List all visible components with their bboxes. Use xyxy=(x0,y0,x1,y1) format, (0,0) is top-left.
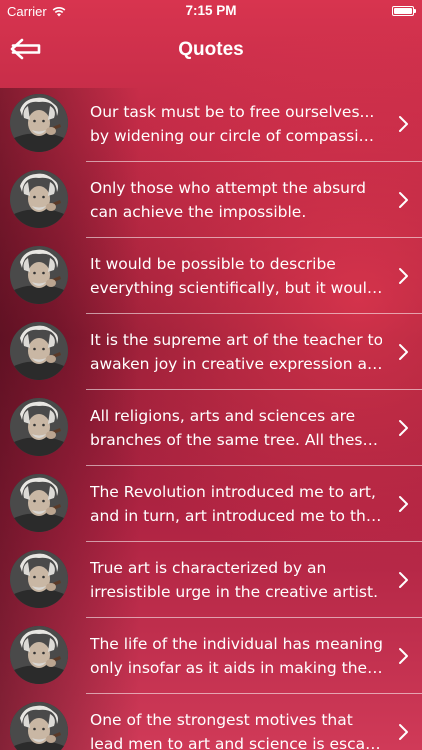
quote-row[interactable]: It would be possible to describe everyth… xyxy=(0,238,422,314)
quote-line-2: awaken joy in creative expression a… xyxy=(90,355,382,373)
quote-row[interactable]: The Revolution introduced me to art, and… xyxy=(0,466,422,542)
quote-row[interactable]: The life of the individual has meaning o… xyxy=(0,618,422,694)
chevron-right-icon xyxy=(399,724,408,740)
quote-text: The life of the individual has meaning o… xyxy=(90,632,382,680)
chevron-right-icon xyxy=(399,572,408,588)
author-avatar xyxy=(10,246,68,304)
battery-level xyxy=(394,8,412,14)
author-avatar xyxy=(10,474,68,532)
quote-line-1: Our task must be to free ourselves... xyxy=(90,103,375,121)
quote-text: It would be possible to describe everyth… xyxy=(90,252,382,300)
navigation-bar: Quotes xyxy=(0,22,422,84)
quote-list: Our task must be to free ourselves... by… xyxy=(0,86,422,750)
quote-line-1: One of the strongest motives that xyxy=(90,711,353,729)
quote-text: All religions, arts and sciences are bra… xyxy=(90,404,382,452)
quote-line-1: The life of the individual has meaning xyxy=(90,635,382,653)
quote-row[interactable]: One of the strongest motives that lead m… xyxy=(0,694,422,750)
quote-line-2: branches of the same tree. All thes… xyxy=(90,431,378,449)
author-avatar xyxy=(10,702,68,750)
quote-line-1: True art is characterized by an xyxy=(90,559,327,577)
status-time: 7:15 PM xyxy=(185,3,237,18)
quote-row[interactable]: Our task must be to free ourselves... by… xyxy=(0,86,422,162)
quote-line-2: by widening our circle of compassi… xyxy=(90,127,375,145)
quote-line-1: Only those who attempt the absurd xyxy=(90,179,366,197)
quote-row[interactable]: Only those who attempt the absurd can ac… xyxy=(0,162,422,238)
battery-icon xyxy=(392,6,416,16)
quote-line-2: everything scientifically, but it woul… xyxy=(90,279,382,297)
quote-line-2: and in turn, art introduced me to th… xyxy=(90,507,382,525)
author-avatar xyxy=(10,626,68,684)
quote-line-2: irresistible urge in the creative artist… xyxy=(90,583,379,601)
app-screen: Carrier 7:15 PM Quotes Our task must be … xyxy=(0,0,422,750)
quote-text: One of the strongest motives that lead m… xyxy=(90,708,382,750)
status-bar: Carrier 7:15 PM xyxy=(0,0,422,22)
quote-line-2: can achieve the impossible. xyxy=(90,203,307,221)
quote-text: The Revolution introduced me to art, and… xyxy=(90,480,382,528)
quote-row[interactable]: It is the supreme art of the teacher to … xyxy=(0,314,422,390)
author-avatar xyxy=(10,398,68,456)
author-avatar xyxy=(10,550,68,608)
author-avatar xyxy=(10,322,68,380)
page-title: Quotes xyxy=(178,39,244,60)
chevron-right-icon xyxy=(399,268,408,284)
chevron-right-icon xyxy=(399,420,408,436)
quote-text: True art is characterized by an irresist… xyxy=(90,556,382,604)
quote-line-1: All religions, arts and sciences are xyxy=(90,407,356,425)
quote-text: Our task must be to free ourselves... by… xyxy=(90,100,382,148)
quote-row[interactable]: All religions, arts and sciences are bra… xyxy=(0,390,422,466)
chevron-right-icon xyxy=(399,496,408,512)
chevron-right-icon xyxy=(399,648,408,664)
quote-row[interactable]: True art is characterized by an irresist… xyxy=(0,542,422,618)
chevron-right-icon xyxy=(399,192,408,208)
author-avatar xyxy=(10,94,68,152)
quote-line-2: only insofar as it aids in making the… xyxy=(90,659,382,677)
quote-text: It is the supreme art of the teacher to … xyxy=(90,328,382,376)
chevron-right-icon xyxy=(399,344,408,360)
author-avatar xyxy=(10,170,68,228)
quote-line-1: It would be possible to describe xyxy=(90,255,336,273)
chevron-right-icon xyxy=(399,116,408,132)
quote-line-2: lead men to art and science is esca… xyxy=(90,735,381,750)
quote-line-1: It is the supreme art of the teacher to xyxy=(90,331,382,349)
quote-line-1: The Revolution introduced me to art, xyxy=(90,483,376,501)
quote-text: Only those who attempt the absurd can ac… xyxy=(90,176,382,224)
